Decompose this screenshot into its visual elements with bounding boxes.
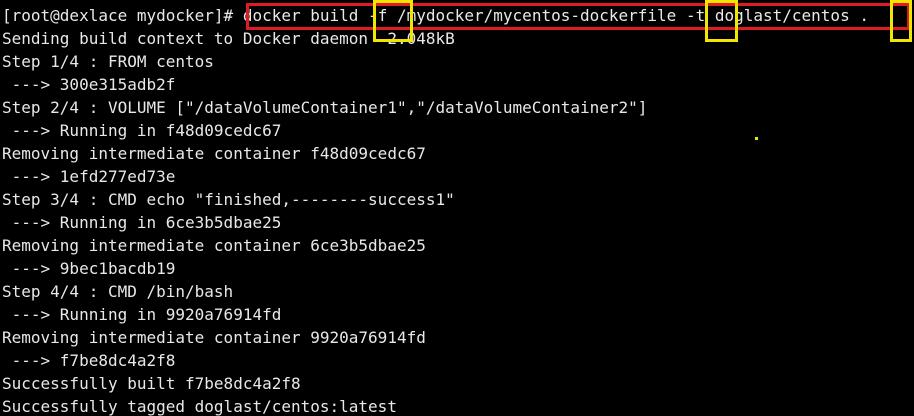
output-line: ---> Running in 6ce3b5dbae25 — [2, 213, 282, 232]
annotation-dot — [755, 137, 758, 140]
output-line: Removing intermediate container f48d09ce… — [2, 144, 426, 163]
command-line: [root@dexlace mydocker]# docker build -f… — [2, 4, 869, 27]
shell-prompt: [root@dexlace mydocker]# — [2, 6, 234, 25]
output-line: Removing intermediate container 9920a769… — [2, 328, 426, 347]
output-line: Step 2/4 : VOLUME ["/dataVolumeContainer… — [2, 98, 648, 117]
output-line: Removing intermediate container 6ce3b5db… — [2, 236, 426, 255]
output-line: Step 3/4 : CMD echo "finished,--------su… — [2, 190, 455, 209]
output-line: Successfully built f7be8dc4a2f8 — [2, 374, 301, 393]
output-line: Successfully tagged doglast/centos:lates… — [2, 397, 397, 416]
output-line: ---> f7be8dc4a2f8 — [2, 351, 176, 370]
output-line: ---> Running in 9920a76914fd — [2, 305, 282, 324]
output-line: Step 1/4 : FROM centos — [2, 52, 214, 71]
shell-command: docker build -f /mydocker/mycentos-docke… — [242, 6, 869, 25]
output-line: Sending build context to Docker daemon 2… — [2, 29, 455, 48]
output-line: Step 4/4 : CMD /bin/bash — [2, 282, 234, 301]
output-line: ---> Running in f48d09cedc67 — [2, 121, 282, 140]
output-line: ---> 1efd277ed73e — [2, 167, 176, 186]
output-line: ---> 9bec1bacdb19 — [2, 259, 176, 278]
build-context-dot-highlight-box — [890, 0, 912, 42]
terminal-window[interactable]: [root@dexlace mydocker]# docker build -f… — [0, 0, 914, 416]
output-line: ---> 300e315adb2f — [2, 75, 176, 94]
